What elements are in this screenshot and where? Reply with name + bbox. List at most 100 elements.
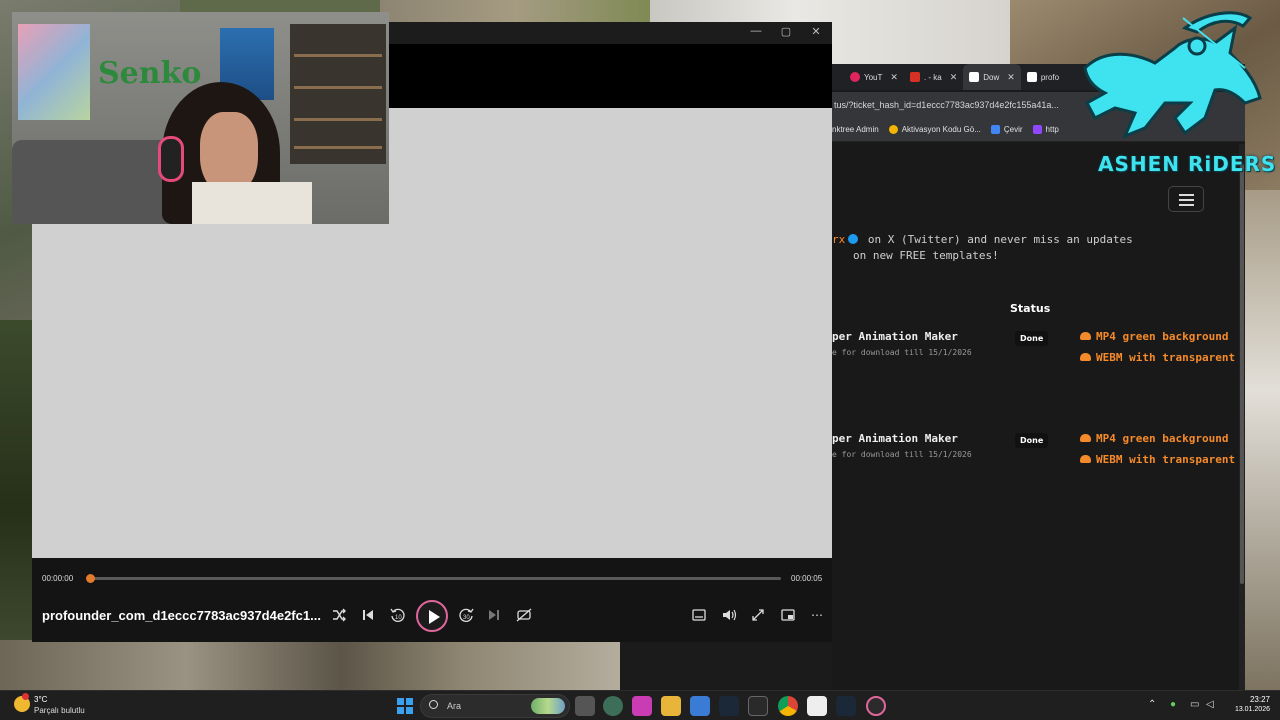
bookmark-item[interactable]: http — [1032, 125, 1059, 134]
repeat-off-icon — [516, 608, 532, 622]
close-icon[interactable]: ✕ — [890, 72, 898, 83]
browser-tab-youtube[interactable]: YouT ✕ — [844, 64, 904, 90]
follow-line-1: on X (Twitter) and never miss an updates — [867, 233, 1133, 246]
play-button[interactable] — [416, 600, 448, 632]
profounder-icon — [969, 72, 980, 82]
forward-seconds: 30 — [463, 615, 470, 621]
network-icon[interactable]: ▭ — [1190, 699, 1199, 710]
bookmark-item[interactable]: Aktivasyon Kodu Gö... — [888, 125, 981, 134]
job-expiry: e for download till 15/1/2026 — [832, 450, 972, 459]
microphone-icon[interactable]: ● — [1170, 699, 1176, 710]
wallpaper-tile — [1245, 190, 1280, 690]
download-webm-link[interactable]: WEBM with transparent — [1080, 351, 1235, 364]
seek-thumb[interactable] — [86, 574, 95, 583]
more-options-button[interactable]: ⋯ — [806, 604, 828, 626]
shuffle-button[interactable] — [328, 604, 350, 626]
download-webm-link[interactable]: WEBM with transparent — [1080, 453, 1235, 466]
browser-tab-profounder[interactable]: profo — [1021, 64, 1065, 90]
start-button[interactable] — [397, 698, 413, 714]
chevron-up-icon[interactable]: ⌃ — [1148, 699, 1156, 710]
bookmark-label: Aktivasyon Kodu Gö... — [901, 125, 981, 134]
download-mp4-link[interactable]: MP4 green background — [1080, 432, 1228, 445]
browser-tab-download[interactable]: Dow ✕ — [963, 64, 1021, 90]
page-scrollbar[interactable] — [1239, 144, 1245, 690]
status-badge: Done — [1015, 433, 1049, 448]
url-text: tus/?ticket_hash_id=d1eccc7783ac937d4e2f… — [834, 100, 1059, 110]
task-view-icon[interactable] — [575, 696, 595, 716]
menu-button[interactable] — [1168, 186, 1204, 212]
logo-text: ASHEN RiDERS — [1098, 152, 1277, 176]
minimize-button[interactable]: — — [741, 25, 771, 37]
browser-tab-gmail[interactable]: . - ka ✕ — [904, 64, 963, 90]
forward-button[interactable]: 30 — [455, 604, 477, 626]
steam-icon[interactable] — [719, 696, 739, 716]
cloud-download-icon — [1080, 353, 1091, 361]
seek-bar[interactable] — [86, 574, 781, 583]
media-filename: profounder_com_d1eccc7783ac937d4e2fc1... — [42, 608, 321, 623]
wallpaper-tile — [0, 640, 620, 690]
epic-games-icon[interactable] — [748, 696, 768, 716]
volume-button[interactable] — [718, 604, 740, 626]
browser-tab-label: YouT — [864, 72, 883, 82]
forward-icon: 30 — [459, 608, 474, 622]
status-column-header: Status — [1010, 302, 1051, 315]
previous-button[interactable] — [357, 604, 379, 626]
wallpaper-tile — [380, 0, 650, 24]
clock-date[interactable]: 13.01.2026 — [1218, 706, 1270, 713]
follow-text: rx on X (Twitter) and never miss an upda… — [832, 233, 1133, 246]
next-icon — [489, 610, 499, 620]
taskbar-search[interactable]: Ara — [420, 694, 570, 718]
chrome-icon[interactable] — [778, 696, 798, 716]
cloud-download-icon — [1080, 434, 1091, 442]
repeat-button[interactable] — [513, 604, 535, 626]
steam-icon[interactable] — [836, 696, 856, 716]
browser-tab-label: profo — [1040, 72, 1060, 82]
x-handle-link[interactable]: rx — [832, 233, 845, 246]
close-icon[interactable]: ✕ — [950, 72, 958, 83]
rewind-button[interactable]: 10 — [387, 604, 409, 626]
app-icon[interactable] — [632, 696, 652, 716]
shuffle-icon — [333, 608, 346, 622]
link-label: MP4 green background — [1096, 432, 1229, 445]
subtitles-button[interactable] — [688, 604, 710, 626]
translate-icon — [990, 125, 1000, 134]
gmail-icon — [909, 72, 920, 82]
wall-sign: Senko — [98, 56, 202, 91]
bookmark-label: nktree Admin — [832, 125, 879, 134]
twitch-icon — [1032, 125, 1042, 134]
follow-line-2: on new FREE templates! — [853, 249, 999, 262]
search-highlight-image — [531, 698, 565, 714]
current-time: 00:00:00 — [42, 574, 74, 583]
shelf — [290, 24, 386, 164]
job-title: per Animation Maker — [832, 432, 958, 445]
download-mp4-link[interactable]: MP4 green background — [1080, 330, 1228, 343]
bookmark-item[interactable]: Çevir — [990, 125, 1023, 134]
headphones — [158, 136, 184, 182]
close-icon[interactable]: ✕ — [1007, 72, 1015, 83]
rewind-icon: 10 — [390, 608, 405, 622]
notepad-icon[interactable] — [807, 696, 827, 716]
browser-tab-label: . - ka — [923, 72, 942, 82]
search-icon — [429, 700, 438, 709]
job-title: per Animation Maker — [832, 330, 958, 343]
maximize-button[interactable]: ▢ — [771, 25, 801, 38]
previous-icon — [363, 610, 373, 620]
browser-tab-label: Dow — [983, 72, 1000, 82]
fullscreen-button[interactable] — [747, 604, 769, 626]
web-page: rx on X (Twitter) and never miss an upda… — [832, 144, 1245, 690]
close-button[interactable]: ✕ — [801, 25, 831, 38]
mini-player-button[interactable] — [777, 604, 799, 626]
clock-time[interactable]: 23:27 — [1230, 695, 1270, 704]
verified-icon — [848, 234, 859, 244]
profounder-icon — [1026, 72, 1037, 82]
speaker-icon[interactable]: ◁ — [1206, 699, 1214, 710]
file-explorer-icon[interactable] — [661, 696, 681, 716]
next-button[interactable] — [483, 604, 505, 626]
media-player-icon[interactable] — [866, 696, 886, 716]
store-icon[interactable] — [690, 696, 710, 716]
bookmark-item[interactable]: nktree Admin — [832, 125, 879, 134]
volume-icon — [723, 609, 737, 621]
webcam-overlay: Senko — [12, 12, 389, 224]
obs-icon[interactable] — [603, 696, 623, 716]
bookmark-icon — [888, 125, 898, 134]
